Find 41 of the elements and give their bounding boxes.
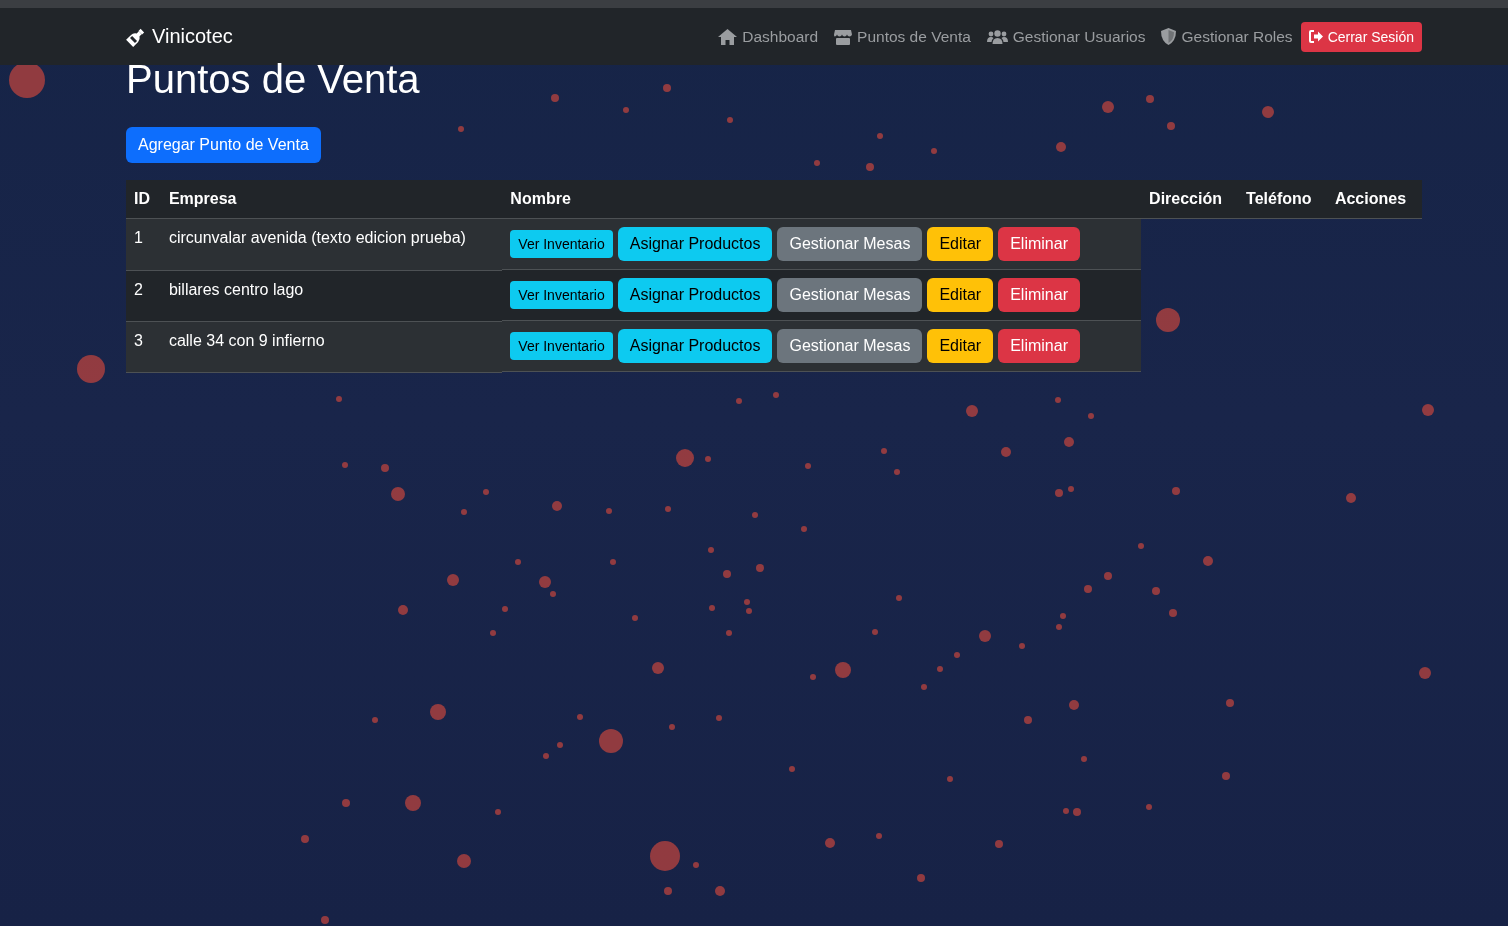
table-cell: billares centro lago (160, 270, 503, 321)
inventory-button[interactable]: Ver Inventario (510, 281, 613, 309)
edit-button[interactable]: Editar (927, 227, 994, 261)
edit-button[interactable]: Editar (927, 278, 994, 312)
assign-products-button[interactable]: Asignar Productos (617, 227, 773, 261)
column-header: ID (126, 180, 161, 219)
add-button[interactable]: Agregar Punto de Venta (126, 127, 321, 163)
delete-button[interactable]: Eliminar (998, 329, 1080, 363)
assign-products-button[interactable]: Asignar Productos (617, 278, 773, 312)
page-title: Puntos de Venta (126, 59, 421, 103)
nav-link[interactable]: Gestionar Usuarios (986, 27, 1146, 46)
users-icon (986, 28, 1008, 45)
logout-button[interactable]: Cerrar Sesión (1300, 21, 1422, 52)
nav-link[interactable]: Gestionar Roles (1161, 27, 1293, 46)
manage-tables-button[interactable]: Gestionar Mesas (777, 227, 923, 261)
inventory-button[interactable]: Ver Inventario (510, 230, 613, 258)
bottle-icon (126, 26, 146, 47)
table-cell: calle 34 con 9 infierno (160, 321, 503, 372)
column-header: Dirección (1141, 180, 1239, 219)
delete-button[interactable]: Eliminar (998, 227, 1080, 261)
column-header: Teléfono (1238, 180, 1327, 219)
column-header: Nombre (502, 180, 1142, 219)
nav-link[interactable]: Puntos de Venta (834, 27, 971, 46)
column-header: Acciones (1326, 180, 1422, 219)
table-cell: 2 (126, 270, 161, 321)
edit-button[interactable]: Editar (927, 329, 994, 363)
manage-tables-button[interactable]: Gestionar Mesas (777, 278, 923, 312)
delete-button[interactable]: Eliminar (998, 278, 1080, 312)
store-icon (834, 28, 853, 45)
shield-icon (1161, 28, 1177, 45)
inventory-button[interactable]: Ver Inventario (510, 332, 613, 360)
nav-link[interactable]: Dashboard (718, 27, 819, 46)
brand-link[interactable]: Vinicotec (126, 25, 233, 48)
sign-out-icon (1308, 30, 1323, 43)
home-icon (718, 28, 738, 45)
table-cell: 1 (126, 218, 161, 270)
manage-tables-button[interactable]: Gestionar Mesas (777, 329, 923, 363)
table-cell: 3 (126, 321, 161, 372)
table-cell: circunvalar avenida (texto edicion prueba) (160, 218, 503, 270)
column-header: Empresa (160, 180, 503, 219)
assign-products-button[interactable]: Asignar Productos (617, 329, 773, 363)
